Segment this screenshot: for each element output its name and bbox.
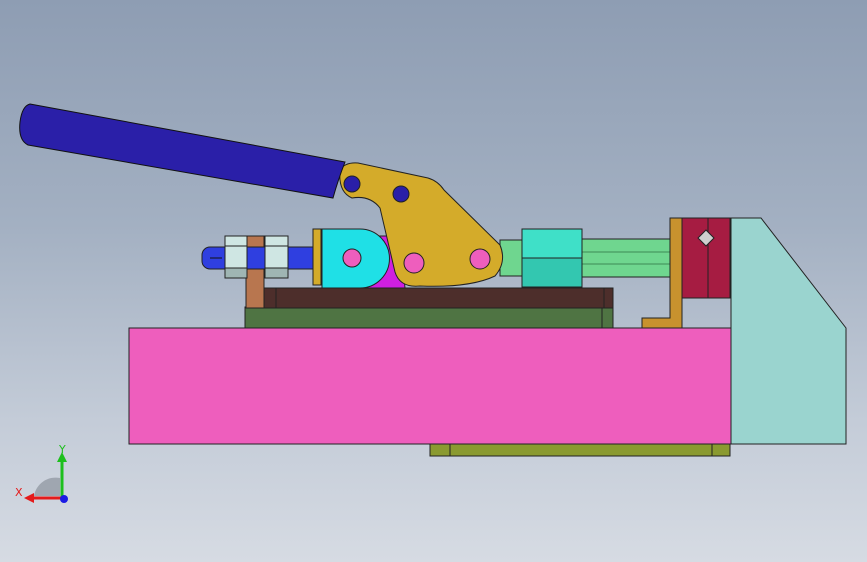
cad-viewport[interactable] [0,0,867,562]
spindle-shaft[interactable] [579,238,673,278]
pivot-pin-cyan [342,248,362,268]
axis-triad: Y X [15,443,68,503]
hex-nut-left[interactable] [224,235,248,279]
triad-plane-icon [34,477,60,496]
green-plate[interactable] [244,306,614,329]
x-axis-arrow-icon [24,493,34,503]
pivot-pin-arm-right [469,248,491,270]
spindle-collar[interactable] [499,239,525,277]
x-axis-label: X [15,486,23,499]
y-axis-label: Y [58,443,66,456]
spindle-nut[interactable] [521,228,583,288]
pivot-pin-arm-lower [403,252,425,274]
pin-plate[interactable] [312,228,322,286]
hex-nut-right[interactable] [264,235,289,279]
pivot-pin-arm-upper [343,175,361,193]
pivot-pin-arm-mid [392,185,410,203]
dark-plate[interactable] [263,287,614,309]
base-block[interactable] [128,327,732,445]
side-block[interactable] [730,217,847,445]
z-axis-dot-icon [60,495,68,503]
clamp-handle[interactable] [19,103,346,199]
